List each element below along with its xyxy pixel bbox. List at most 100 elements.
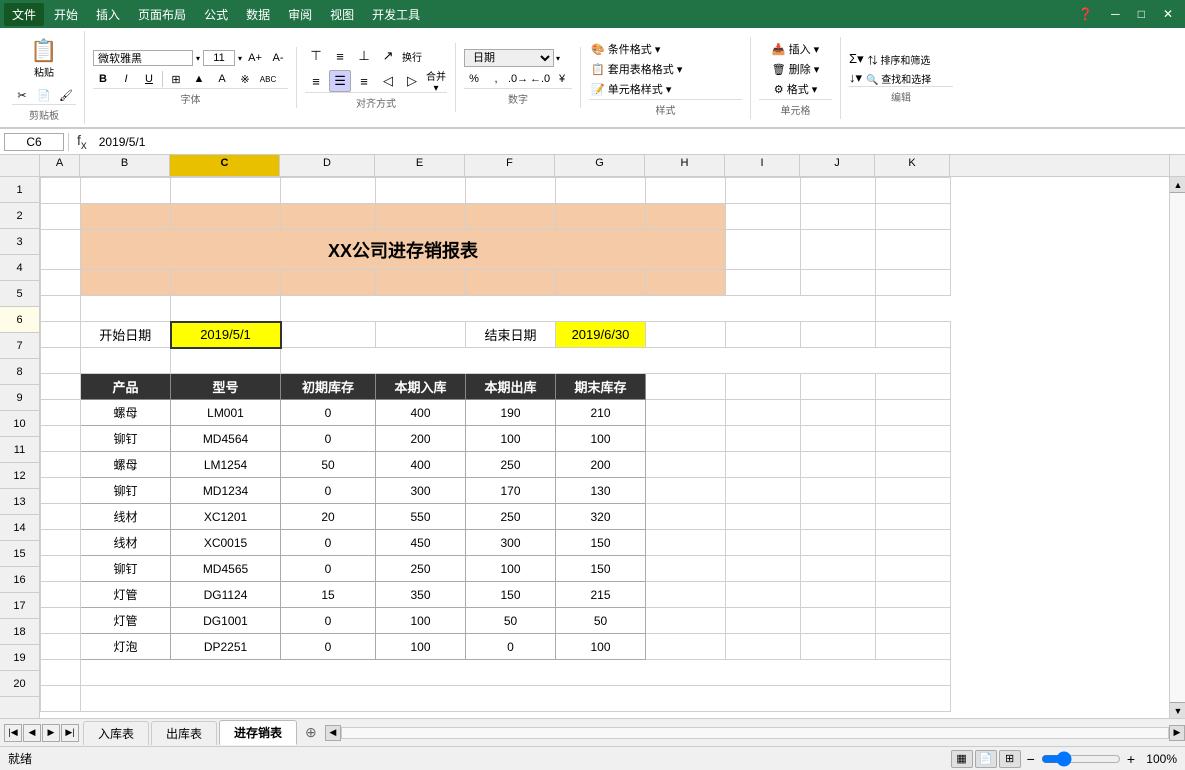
col-header-K[interactable]: K bbox=[875, 155, 950, 177]
cell-A14[interactable] bbox=[41, 530, 81, 556]
menu-dev[interactable]: 开发工具 bbox=[364, 3, 428, 26]
decrease-decimal-button[interactable]: ←.0 bbox=[530, 70, 550, 88]
cell-F14[interactable]: 300 bbox=[466, 530, 556, 556]
cell-H8[interactable] bbox=[646, 374, 726, 400]
cell-F13[interactable]: 250 bbox=[466, 504, 556, 530]
cell-J3[interactable] bbox=[801, 230, 876, 270]
num-format-dropdown[interactable]: ▾ bbox=[556, 54, 560, 63]
cell-J14[interactable] bbox=[801, 530, 876, 556]
cell-J4[interactable] bbox=[801, 270, 876, 296]
cell-D8-hdr[interactable]: 初期库存 bbox=[281, 374, 376, 400]
menu-insert[interactable]: 插入 bbox=[88, 3, 128, 26]
row-num-10[interactable]: 10 bbox=[0, 411, 39, 437]
font-color-button[interactable]: A bbox=[212, 70, 232, 88]
cell-H15[interactable] bbox=[646, 556, 726, 582]
cell-K16[interactable] bbox=[876, 582, 951, 608]
cell-I9[interactable] bbox=[726, 400, 801, 426]
cell-A1[interactable] bbox=[41, 178, 81, 204]
scroll-left-btn[interactable]: ◀ bbox=[325, 725, 341, 741]
menu-file[interactable]: 文件 bbox=[4, 3, 44, 26]
cell-K10[interactable] bbox=[876, 426, 951, 452]
cell-E16[interactable]: 350 bbox=[376, 582, 466, 608]
cell-F4[interactable] bbox=[466, 270, 556, 296]
cell-B19[interactable] bbox=[81, 660, 951, 686]
cell-J11[interactable] bbox=[801, 452, 876, 478]
cell-C12[interactable]: MD1234 bbox=[171, 478, 281, 504]
cell-B16[interactable]: 灯管 bbox=[81, 582, 171, 608]
cell-B13[interactable]: 线材 bbox=[81, 504, 171, 530]
align-center-button[interactable]: ☰ bbox=[329, 70, 351, 92]
cell-A6[interactable] bbox=[41, 322, 81, 348]
percent-button[interactable]: % bbox=[464, 70, 484, 88]
col-header-H[interactable]: H bbox=[645, 155, 725, 177]
copy-button[interactable]: 📄 bbox=[34, 86, 54, 104]
cell-D2[interactable] bbox=[281, 204, 376, 230]
cell-D18[interactable]: 0 bbox=[281, 634, 376, 660]
cell-F16[interactable]: 150 bbox=[466, 582, 556, 608]
cell-B15[interactable]: 铆钉 bbox=[81, 556, 171, 582]
cell-G17[interactable]: 50 bbox=[556, 608, 646, 634]
close-btn[interactable]: ✕ bbox=[1155, 5, 1181, 23]
font-grow-button[interactable]: A+ bbox=[245, 49, 265, 67]
font-size-dropdown[interactable]: ▾ bbox=[238, 54, 242, 63]
align-middle-button[interactable]: ≡ bbox=[329, 45, 351, 67]
cell-E17[interactable]: 100 bbox=[376, 608, 466, 634]
row-num-8[interactable]: 8 bbox=[0, 359, 39, 385]
restore-btn[interactable]: □ bbox=[1130, 5, 1153, 23]
cell-H16[interactable] bbox=[646, 582, 726, 608]
cell-F8-hdr[interactable]: 本期出库 bbox=[466, 374, 556, 400]
cell-A18[interactable] bbox=[41, 634, 81, 660]
cell-K1[interactable] bbox=[876, 178, 951, 204]
cell-C18[interactable]: DP2251 bbox=[171, 634, 281, 660]
cell-J12[interactable] bbox=[801, 478, 876, 504]
cell-E13[interactable]: 550 bbox=[376, 504, 466, 530]
row-num-9[interactable]: 9 bbox=[0, 385, 39, 411]
cell-K3[interactable] bbox=[876, 230, 951, 270]
bold-button[interactable]: B bbox=[93, 70, 113, 88]
cell-A11[interactable] bbox=[41, 452, 81, 478]
cell-I15[interactable] bbox=[726, 556, 801, 582]
cell-F18[interactable]: 0 bbox=[466, 634, 556, 660]
cell-C10[interactable]: MD4564 bbox=[171, 426, 281, 452]
cell-E6[interactable] bbox=[376, 322, 466, 348]
cell-F9[interactable]: 190 bbox=[466, 400, 556, 426]
cell-B18[interactable]: 灯泡 bbox=[81, 634, 171, 660]
cell-G11[interactable]: 200 bbox=[556, 452, 646, 478]
cell-I2[interactable] bbox=[726, 204, 801, 230]
col-header-D[interactable]: D bbox=[280, 155, 375, 177]
col-header-G[interactable]: G bbox=[555, 155, 645, 177]
row-num-3[interactable]: 3 bbox=[0, 229, 39, 255]
cell-I13[interactable] bbox=[726, 504, 801, 530]
cell-D6[interactable] bbox=[281, 322, 376, 348]
cell-A8[interactable] bbox=[41, 374, 81, 400]
insert-cells-button[interactable]: 📥 插入 ▾ bbox=[759, 39, 832, 59]
indent-less-button[interactable]: ◁ bbox=[377, 70, 399, 92]
autosum-button[interactable]: Σ▾ bbox=[849, 51, 864, 67]
find-select-button[interactable]: 🔍 查找和选择 bbox=[866, 70, 931, 86]
cell-E8-hdr[interactable]: 本期入库 bbox=[376, 374, 466, 400]
cell-F10[interactable]: 100 bbox=[466, 426, 556, 452]
cell-F1[interactable] bbox=[466, 178, 556, 204]
conditional-format-button[interactable]: 🎨 条件格式 ▾ bbox=[589, 39, 742, 59]
cell-B14[interactable]: 线材 bbox=[81, 530, 171, 556]
cell-K13[interactable] bbox=[876, 504, 951, 530]
row-num-13[interactable]: 13 bbox=[0, 489, 39, 515]
row-num-2[interactable]: 2 bbox=[0, 203, 39, 229]
cell-G4[interactable] bbox=[556, 270, 646, 296]
cell-C8-hdr[interactable]: 型号 bbox=[171, 374, 281, 400]
cut-button[interactable]: ✂ bbox=[12, 86, 32, 104]
cell-I8[interactable] bbox=[726, 374, 801, 400]
cell-H10[interactable] bbox=[646, 426, 726, 452]
cell-G2[interactable] bbox=[556, 204, 646, 230]
cell-B11[interactable]: 螺母 bbox=[81, 452, 171, 478]
cell-A15[interactable] bbox=[41, 556, 81, 582]
row-num-5[interactable]: 5 bbox=[0, 281, 39, 307]
cell-C1[interactable] bbox=[171, 178, 281, 204]
cell-E14[interactable]: 450 bbox=[376, 530, 466, 556]
font-name-dropdown[interactable]: ▾ bbox=[196, 54, 200, 63]
cell-C11[interactable]: LM1254 bbox=[171, 452, 281, 478]
cell-D11[interactable]: 50 bbox=[281, 452, 376, 478]
cell-A19[interactable] bbox=[41, 660, 81, 686]
font-shrink-button[interactable]: A- bbox=[268, 49, 288, 67]
cell-I18[interactable] bbox=[726, 634, 801, 660]
